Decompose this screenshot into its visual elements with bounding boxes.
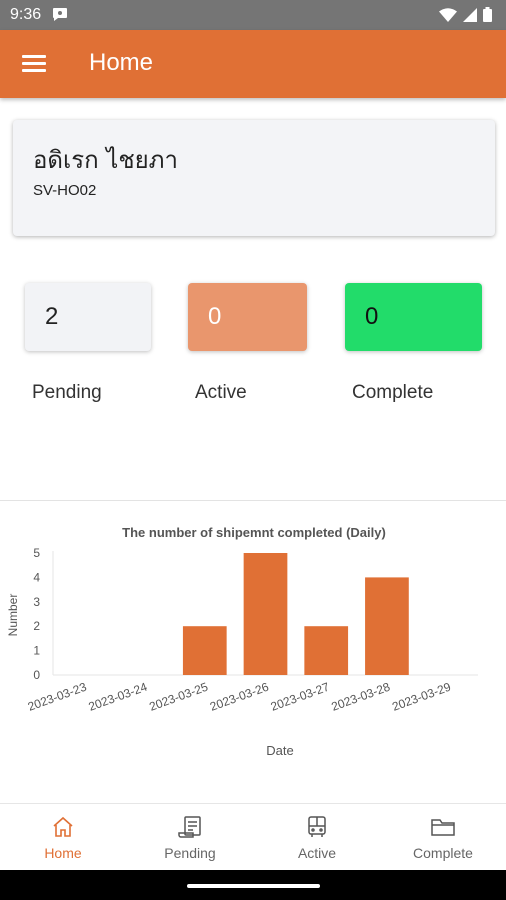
active-count: 0 [208,303,222,330]
x-tick-label: 2023-03-23 [26,680,89,714]
nav-home[interactable]: Home [0,804,126,870]
home-icon [51,815,75,844]
nav-complete-label: Complete [413,845,473,861]
y-tick-label: 0 [33,668,40,682]
active-label: Active [195,382,247,403]
status-time: 9:36 [10,6,42,23]
y-tick-label: 1 [33,644,40,658]
page-title: Home [89,49,154,76]
chart-bar-2023-03-27 [304,626,349,675]
chart-bar-2023-03-25 [182,626,227,675]
message-notification-icon [52,7,68,26]
chart-ylabel: Number [6,594,20,637]
active-count-box[interactable]: 0 [188,283,307,351]
nav-home-label: Home [44,845,82,861]
y-tick-label: 5 [33,546,40,560]
nav-pending[interactable]: Pending [127,804,253,870]
folder-icon [430,815,456,844]
gesture-bar [0,870,506,900]
complete-count: 0 [365,303,379,330]
user-name: อดิเรก ไชยภา [33,146,178,174]
bus-icon [305,815,329,844]
pending-count-box[interactable]: 2 [25,283,151,351]
status-bar: 9:36 [0,0,506,30]
home-gesture-handle[interactable] [187,884,320,888]
user-card: อดิเรก ไชยภา SV-HO02 [13,120,495,236]
signal-icon [463,7,477,22]
nav-active[interactable]: Active [254,804,380,870]
wifi-icon [439,7,457,22]
x-tick-label: 2023-03-29 [390,680,453,714]
nav-active-label: Active [297,845,337,861]
receipt-icon [177,815,203,844]
x-tick-label: 2023-03-24 [87,680,150,714]
user-code: SV-HO02 [33,182,97,199]
x-tick-label: 2023-03-27 [269,680,332,714]
menu-icon[interactable] [22,53,48,75]
x-tick-label: 2023-03-25 [147,680,210,714]
y-tick-label: 4 [33,570,40,584]
shipment-chart: The number of shipemnt completed (Daily)… [6,525,478,758]
chart-bar-2023-03-28 [365,577,409,675]
y-tick-label: 2 [33,619,40,633]
chart-title: The number of shipemnt completed (Daily) [122,525,386,540]
battery-icon [483,7,492,22]
status-icons [439,7,492,22]
x-tick-label: 2023-03-28 [329,680,392,714]
bottom-nav: Home Pending Active Complete [0,803,506,870]
y-tick-label: 3 [33,595,40,609]
chart-bar-2023-03-26 [243,553,288,675]
complete-label: Complete [352,382,434,403]
pending-count: 2 [45,303,59,330]
nav-complete[interactable]: Complete [380,804,506,870]
chart-xlabel: Date [266,743,293,758]
x-tick-label: 2023-03-26 [208,680,271,714]
pending-label: Pending [32,382,102,403]
app-bar: Home [0,30,506,98]
complete-count-box[interactable]: 0 [345,283,482,351]
nav-pending-label: Pending [164,845,216,861]
